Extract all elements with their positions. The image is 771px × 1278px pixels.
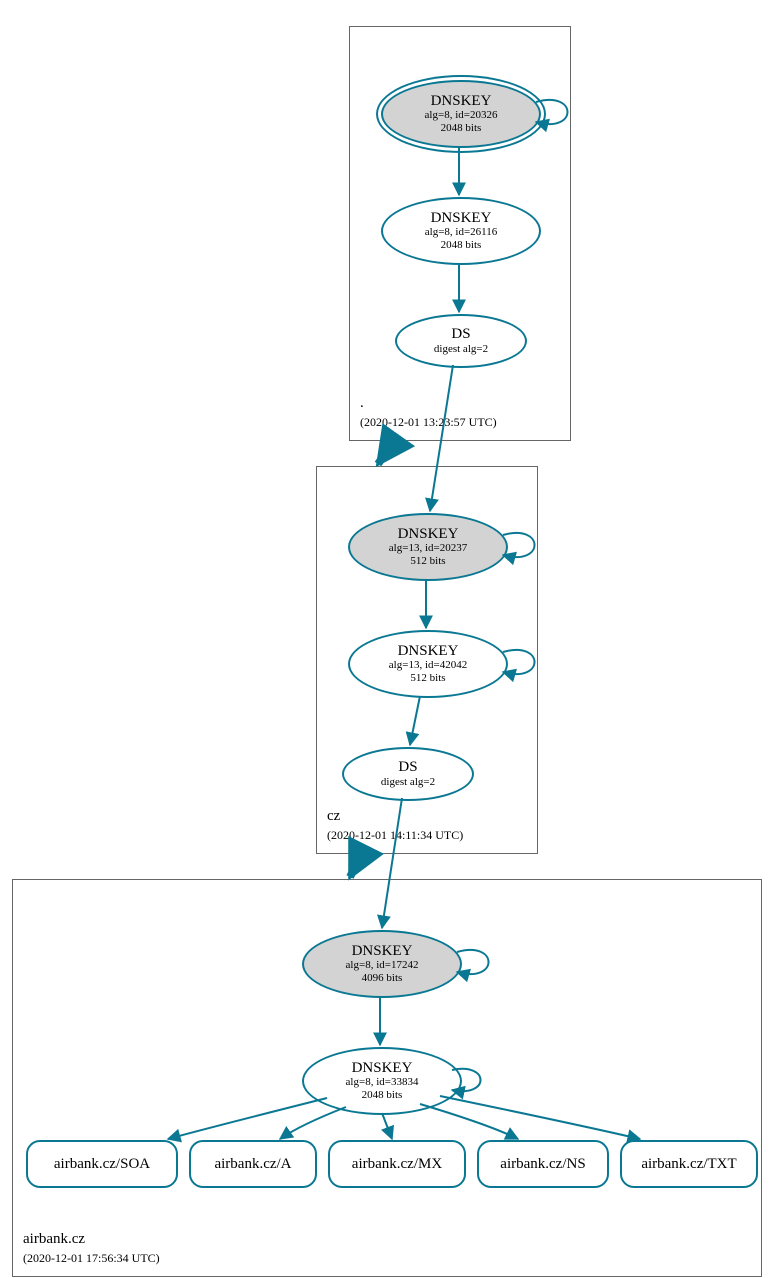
node-sub: alg=13, id=20237	[389, 542, 467, 555]
zone-root-label: .	[360, 395, 364, 412]
node-title: DS	[398, 759, 417, 776]
node-title: DNSKEY	[431, 93, 492, 110]
zone-airbank-timestamp: (2020-12-01 17:56:34 UTC)	[23, 1251, 160, 1266]
node-label: airbank.cz/NS	[500, 1156, 585, 1173]
node-root-ds: DS digest alg=2	[395, 314, 527, 368]
node-cz-zsk: DNSKEY alg=13, id=42042 512 bits	[348, 630, 508, 698]
node-rr-mx: airbank.cz/MX	[328, 1140, 466, 1188]
node-sub: alg=13, id=42042	[389, 659, 467, 672]
node-root-ksk: DNSKEY alg=8, id=20326 2048 bits	[381, 80, 541, 148]
node-sub: 512 bits	[410, 672, 445, 685]
node-sub: digest alg=2	[434, 343, 488, 356]
node-airbank-ksk: DNSKEY alg=8, id=17242 4096 bits	[302, 930, 462, 998]
node-title: DNSKEY	[431, 210, 492, 227]
node-cz-ksk: DNSKEY alg=13, id=20237 512 bits	[348, 513, 508, 581]
node-sub: alg=8, id=33834	[346, 1076, 419, 1089]
node-sub: 2048 bits	[441, 122, 482, 135]
node-airbank-zsk: DNSKEY alg=8, id=33834 2048 bits	[302, 1047, 462, 1115]
zone-airbank-label: airbank.cz	[23, 1231, 85, 1248]
node-title: DNSKEY	[352, 943, 413, 960]
node-title: DNSKEY	[352, 1060, 413, 1077]
node-root-zsk: DNSKEY alg=8, id=26116 2048 bits	[381, 197, 541, 265]
node-label: airbank.cz/TXT	[641, 1156, 736, 1173]
node-sub: 2048 bits	[362, 1089, 403, 1102]
node-sub: alg=8, id=26116	[425, 226, 498, 239]
node-cz-ds: DS digest alg=2	[342, 747, 474, 801]
node-sub: 512 bits	[410, 555, 445, 568]
node-title: DNSKEY	[398, 643, 459, 660]
node-rr-soa: airbank.cz/SOA	[26, 1140, 178, 1188]
node-sub: digest alg=2	[381, 776, 435, 789]
node-rr-txt: airbank.cz/TXT	[620, 1140, 758, 1188]
node-title: DS	[451, 326, 470, 343]
node-rr-ns: airbank.cz/NS	[477, 1140, 609, 1188]
node-sub: alg=8, id=20326	[425, 109, 498, 122]
node-sub: 2048 bits	[441, 239, 482, 252]
node-label: airbank.cz/A	[214, 1156, 291, 1173]
node-rr-a: airbank.cz/A	[189, 1140, 317, 1188]
node-title: DNSKEY	[398, 526, 459, 543]
node-sub: 4096 bits	[362, 972, 403, 985]
zone-cz-timestamp: (2020-12-01 14:11:34 UTC)	[327, 828, 463, 843]
node-sub: alg=8, id=17242	[346, 959, 419, 972]
node-label: airbank.cz/SOA	[54, 1156, 150, 1173]
zone-root-timestamp: (2020-12-01 13:23:57 UTC)	[360, 415, 497, 430]
zone-cz-label: cz	[327, 808, 340, 825]
node-label: airbank.cz/MX	[352, 1156, 442, 1173]
